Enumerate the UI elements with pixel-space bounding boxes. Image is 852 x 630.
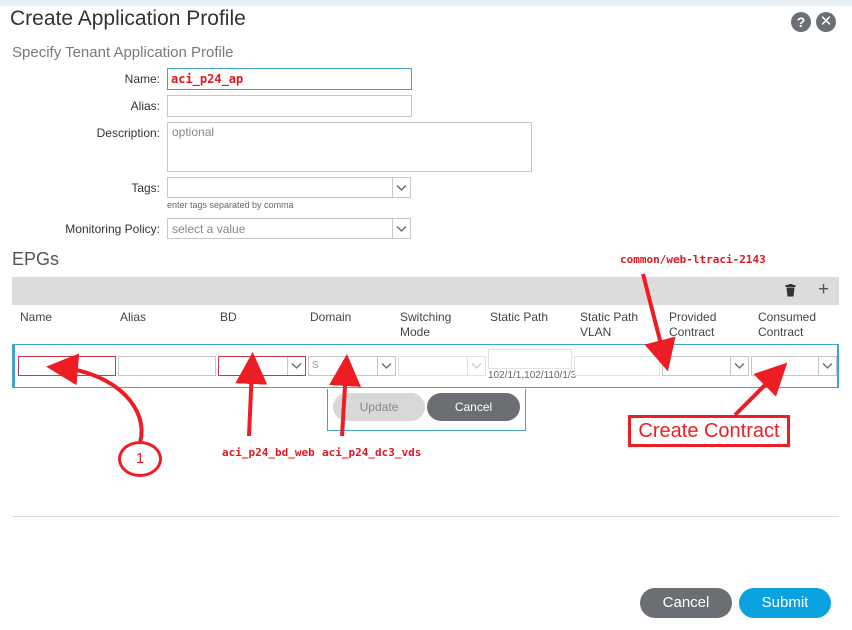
arrow-to-bd (235, 352, 268, 437)
annotation-arrows (46, 273, 788, 444)
create-contract-callout: Create Contract (628, 415, 790, 447)
arrow-to-provided-contract (641, 273, 676, 372)
cancel-button[interactable]: Cancel (640, 588, 732, 618)
submit-button[interactable]: Submit (739, 588, 831, 618)
arrow-to-domain (329, 354, 362, 437)
step-number-callout: 1 (118, 441, 162, 477)
section-divider (12, 516, 839, 517)
arrow-to-name (46, 353, 144, 444)
arrow-to-consumed-contract (733, 362, 788, 417)
